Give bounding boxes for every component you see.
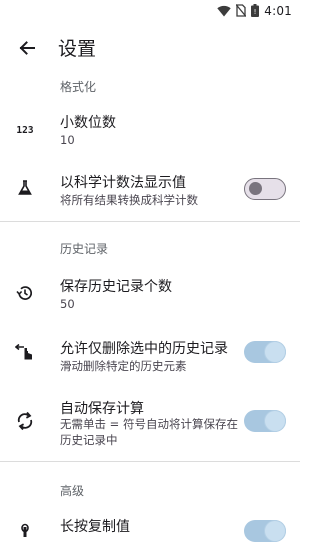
toggle-knob xyxy=(265,411,285,431)
decimal-places-value: 10 xyxy=(60,133,75,147)
arrow-back-icon xyxy=(19,41,35,55)
long-press-title: 长按复制值 xyxy=(60,519,130,535)
setting-scientific-notation[interactable]: 以科学计数法显示值 将所有结果转换成科学计数 xyxy=(0,164,300,214)
history-icon xyxy=(14,282,36,304)
auto-save-title: 自动保存计算 xyxy=(60,401,144,417)
app-bar: 设置 xyxy=(0,28,300,68)
delete-selected-title: 允许仅删除选中的历史记录 xyxy=(60,341,228,357)
history-count-value: 50 xyxy=(60,297,75,311)
toggle-knob xyxy=(265,521,285,541)
status-time: 4:01 xyxy=(264,4,292,18)
section-header-advanced: 高级 xyxy=(60,484,85,498)
swipe-left-icon xyxy=(14,342,36,364)
flask-icon xyxy=(14,177,36,199)
decimal-places-title: 小数位数 xyxy=(60,115,116,131)
delete-selected-subtitle: 滑动删除特定的历史元素 xyxy=(60,359,187,373)
status-bar: ! 4:01 xyxy=(0,0,300,22)
status-icons: ! 4:01 xyxy=(217,2,292,21)
no-sim-icon xyxy=(235,2,247,21)
setting-long-press-copy[interactable]: 长按复制值 xyxy=(0,508,300,548)
battery-icon: ! xyxy=(251,2,260,21)
divider xyxy=(0,221,300,222)
wifi-icon xyxy=(217,2,231,21)
divider xyxy=(0,461,300,462)
svg-text:!: ! xyxy=(254,8,257,16)
scientific-toggle[interactable] xyxy=(244,178,286,200)
toggle-knob xyxy=(265,342,285,362)
touch-icon xyxy=(14,520,36,542)
section-header-format: 格式化 xyxy=(60,80,97,94)
setting-auto-save[interactable]: 自动保存计算 无需单击 = 符号自动将计算保存在历史记录中 xyxy=(0,390,300,456)
setting-history-count[interactable]: 保存历史记录个数 50 xyxy=(0,268,300,318)
svg-text:123: 123 xyxy=(16,125,33,135)
toggle-knob xyxy=(249,182,262,195)
history-count-title: 保存历史记录个数 xyxy=(60,279,172,295)
setting-decimal-places[interactable]: 123 小数位数 10 xyxy=(0,104,300,154)
setting-delete-selected[interactable]: 允许仅删除选中的历史记录 滑动删除特定的历史元素 xyxy=(0,330,300,380)
scientific-subtitle: 将所有结果转换成科学计数 xyxy=(60,193,198,207)
section-header-history: 历史记录 xyxy=(60,242,109,256)
long-press-toggle[interactable] xyxy=(244,520,286,542)
auto-save-subtitle: 无需单击 = 符号自动将计算保存在历史记录中 xyxy=(60,417,238,447)
delete-selected-toggle[interactable] xyxy=(244,341,286,363)
back-button[interactable] xyxy=(14,35,40,61)
page-title: 设置 xyxy=(58,38,97,60)
decimal-123-icon: 123 xyxy=(14,118,36,140)
auto-save-toggle[interactable] xyxy=(244,410,286,432)
scientific-title: 以科学计数法显示值 xyxy=(60,175,186,191)
sync-icon xyxy=(14,410,36,432)
